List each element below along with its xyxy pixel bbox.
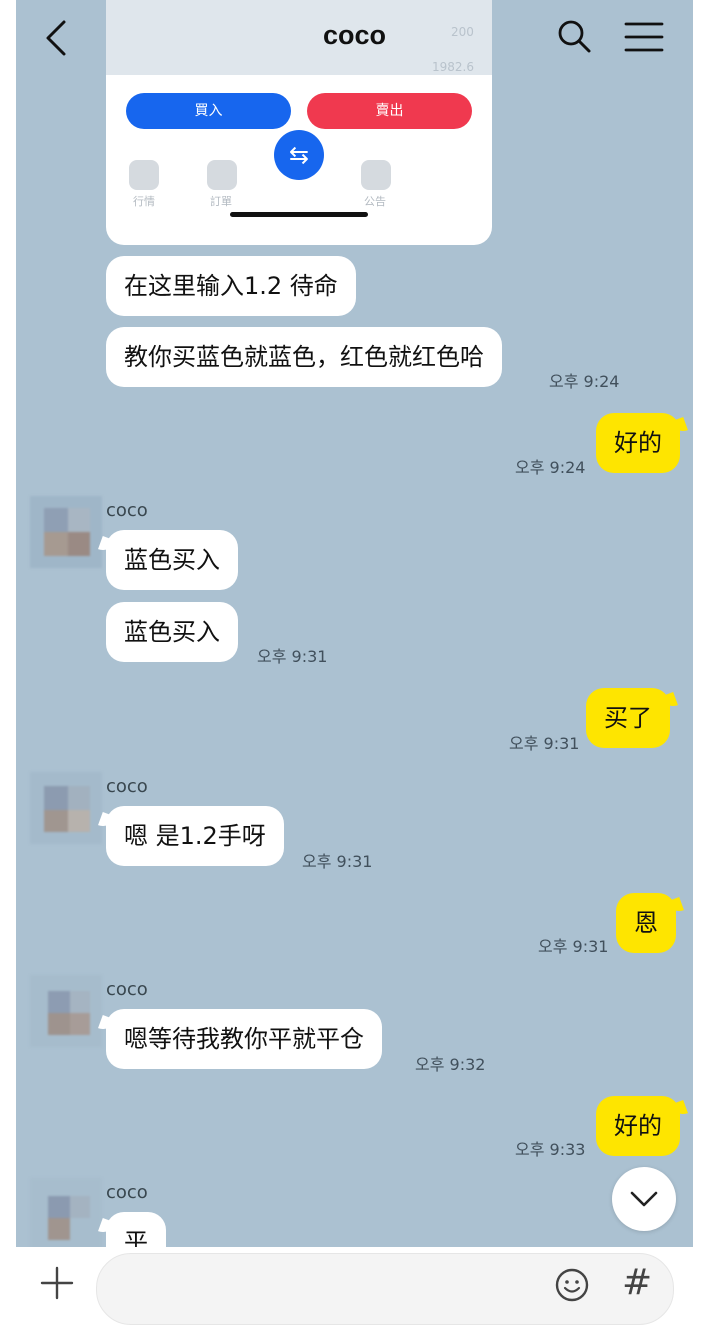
- sender-name: coco: [106, 1182, 148, 1203]
- notice-tab-icon: [361, 160, 391, 190]
- message-time: 오후 9:31: [302, 852, 373, 871]
- home-indicator: [230, 212, 368, 217]
- message-time: 오후 9:32: [415, 1055, 486, 1074]
- my-message-bubble[interactable]: 好的: [596, 1096, 680, 1156]
- sender-name: coco: [106, 979, 148, 1000]
- search-icon[interactable]: [556, 18, 592, 54]
- my-message-bubble[interactable]: 好的: [596, 413, 680, 473]
- avatar[interactable]: [30, 1178, 102, 1247]
- tab-label: 訂單: [210, 195, 232, 208]
- chat-header: coco: [16, 0, 693, 75]
- my-message-bubble[interactable]: 恩: [616, 893, 676, 953]
- market-tab-icon: [129, 160, 159, 190]
- message-bubble[interactable]: 平: [106, 1212, 166, 1247]
- avatar[interactable]: [30, 975, 102, 1047]
- sender-name: coco: [106, 500, 148, 521]
- avatar[interactable]: [30, 772, 102, 844]
- hash-button[interactable]: #: [622, 1262, 652, 1303]
- sender-name: coco: [106, 776, 148, 797]
- sell-button: 賣出: [307, 93, 472, 129]
- tab-label: 公告: [364, 195, 386, 208]
- menu-icon[interactable]: [624, 20, 664, 54]
- message-bubble[interactable]: 嗯等待我教你平就平仓: [106, 1009, 382, 1069]
- message-bubble[interactable]: 蓝色买入: [106, 530, 238, 590]
- my-message-bubble[interactable]: 买了: [586, 688, 670, 748]
- emoji-icon[interactable]: [554, 1267, 590, 1303]
- avatar[interactable]: [30, 496, 102, 568]
- scroll-to-bottom-button[interactable]: [612, 1167, 676, 1231]
- message-time: 오후 9:24: [549, 372, 620, 391]
- tab-label: 行情: [133, 195, 155, 208]
- message-time: 오후 9:31: [257, 647, 328, 666]
- chat-background: 200 1982.6 買入 賣出 ⇆ 行情 訂單 公告 coco 在这里输入1.…: [16, 0, 693, 1247]
- buy-button: 買入: [126, 93, 291, 129]
- plus-icon[interactable]: [40, 1266, 74, 1300]
- message-time: 오후 9:31: [509, 734, 580, 753]
- message-bubble[interactable]: 蓝色买入: [106, 602, 238, 662]
- message-time: 오후 9:33: [515, 1140, 586, 1159]
- swap-icon: ⇆: [274, 130, 324, 180]
- message-bubble[interactable]: 教你买蓝色就蓝色，红色就红色哈: [106, 327, 502, 387]
- message-bubble[interactable]: 在这里输入1.2 待命: [106, 256, 356, 316]
- chevron-down-icon: [630, 1191, 658, 1207]
- orders-tab-icon: [207, 160, 237, 190]
- message-time: 오후 9:24: [515, 458, 586, 477]
- message-bubble[interactable]: 嗯 是1.2手呀: [106, 806, 284, 866]
- message-time: 오후 9:31: [538, 937, 609, 956]
